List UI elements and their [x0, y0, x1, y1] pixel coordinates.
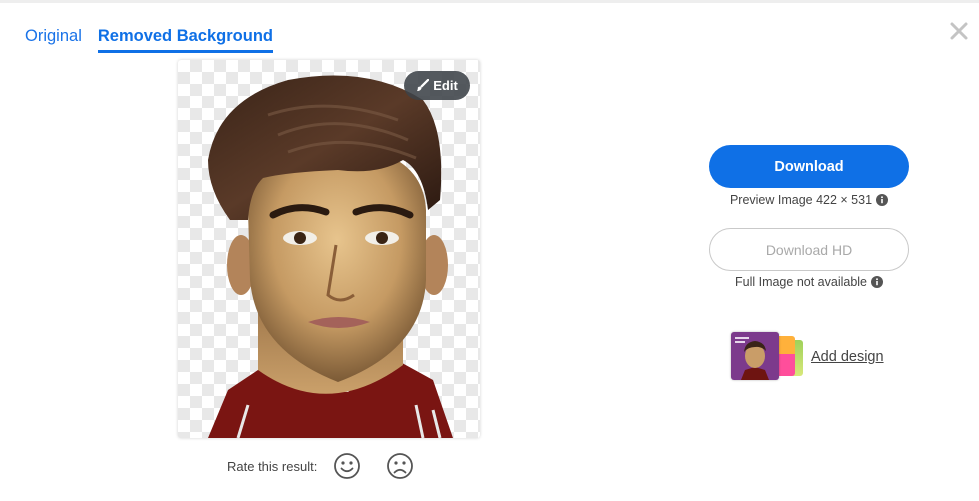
download-hd-button[interactable]: Download HD	[709, 228, 909, 271]
info-icon[interactable]	[871, 276, 884, 288]
design-thumbnail	[731, 332, 805, 382]
info-icon[interactable]	[876, 194, 889, 206]
brush-icon	[417, 79, 430, 92]
download-button[interactable]: Download	[709, 145, 909, 188]
smiley-icon[interactable]	[333, 452, 361, 480]
edit-button[interactable]: Edit	[404, 71, 470, 100]
rating-label: Rate this result:	[227, 458, 318, 474]
add-design-label: Add design	[811, 349, 884, 365]
preview-image-info: Preview Image 422 × 531	[709, 193, 909, 207]
portrait-thumbnail	[735, 337, 769, 380]
full-image-info: Full Image not available	[709, 275, 909, 289]
tab-original[interactable]: Original	[25, 24, 82, 53]
frown-icon[interactable]	[386, 452, 414, 480]
add-design-link[interactable]: Add design	[731, 332, 901, 382]
edit-label: Edit	[433, 78, 458, 93]
rating-row: Rate this result:	[227, 452, 414, 480]
preview-image-text: Preview Image 422 × 531	[729, 193, 873, 207]
tab-removed-background[interactable]: Removed Background	[97, 24, 273, 53]
full-image-text: Full Image not available	[734, 275, 868, 289]
design-card-portrait	[731, 332, 779, 380]
top-divider	[0, 0, 979, 3]
subject-image	[208, 75, 453, 438]
view-tabs: Original Removed Background	[25, 24, 273, 53]
close-icon[interactable]	[948, 20, 970, 42]
result-preview: Edit	[178, 60, 480, 438]
